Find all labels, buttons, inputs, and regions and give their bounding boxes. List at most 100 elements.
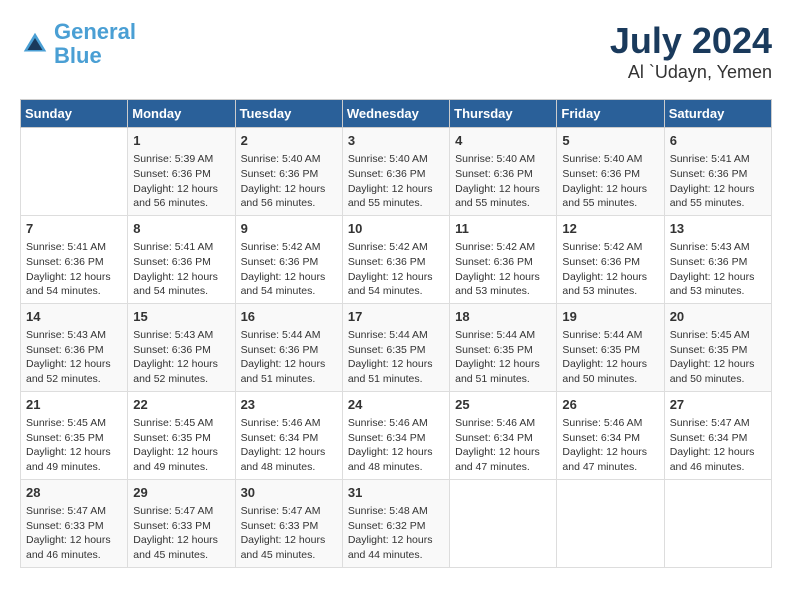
day-number: 26 [562,396,658,414]
day-info: Sunrise: 5:40 AMSunset: 6:36 PMDaylight:… [562,152,658,211]
day-number: 16 [241,308,337,326]
day-info: Sunrise: 5:41 AMSunset: 6:36 PMDaylight:… [26,240,122,299]
calendar-cell: 9 Sunrise: 5:42 AMSunset: 6:36 PMDaylight… [235,215,342,303]
day-info: Sunrise: 5:41 AMSunset: 6:36 PMDaylight:… [133,240,229,299]
day-info: Sunrise: 5:43 AMSunset: 6:36 PMDaylight:… [133,328,229,387]
page-header: General Blue July 2024 Al `Udayn, Yemen [20,20,772,83]
calendar-cell: 12Sunrise: 5:42 AMSunset: 6:36 PMDayligh… [557,215,664,303]
day-number: 7 [26,220,122,238]
day-info: Sunrise: 5:41 AMSunset: 6:36 PMDaylight:… [670,152,766,211]
calendar-cell [557,479,664,567]
day-number: 25 [455,396,551,414]
day-info: Sunrise: 5:42 AMSunset: 6:36 PMDaylight:… [348,240,444,299]
day-info: Sunrise: 5:47 AMSunset: 6:33 PMDaylight:… [133,504,229,563]
calendar-cell [21,128,128,216]
day-number: 12 [562,220,658,238]
calendar-cell: 7 Sunrise: 5:41 AMSunset: 6:36 PMDaylight… [21,215,128,303]
day-number: 20 [670,308,766,326]
calendar-cell: 28Sunrise: 5:47 AMSunset: 6:33 PMDayligh… [21,479,128,567]
day-number: 4 [455,132,551,150]
day-number: 9 [241,220,337,238]
day-number: 17 [348,308,444,326]
day-number: 28 [26,484,122,502]
calendar-cell: 27 Sunrise: 5:47 AMSunset: 6:34 PMDayligh… [664,391,771,479]
calendar-cell: 21 Sunrise: 5:45 AMSunset: 6:35 PMDayligh… [21,391,128,479]
calendar-cell: 11Sunrise: 5:42 AMSunset: 6:36 PMDayligh… [450,215,557,303]
calendar-cell: 25 Sunrise: 5:46 AMSunset: 6:34 PMDayligh… [450,391,557,479]
week-row-2: 7 Sunrise: 5:41 AMSunset: 6:36 PMDaylight… [21,215,772,303]
calendar-cell: 6 Sunrise: 5:41 AMSunset: 6:36 PMDaylight… [664,128,771,216]
day-info: Sunrise: 5:39 AMSunset: 6:36 PMDaylight:… [133,152,229,211]
day-info: Sunrise: 5:45 AMSunset: 6:35 PMDaylight:… [26,416,122,475]
calendar-cell: 29Sunrise: 5:47 AMSunset: 6:33 PMDayligh… [128,479,235,567]
week-row-5: 28 Sunrise: 5:47 AMSunset: 6:33 PMDayligh… [21,479,772,567]
calendar-title: July 2024 [610,20,772,62]
day-number: 11 [455,220,551,238]
day-number: 27 [670,396,766,414]
logo-general: General [54,19,136,44]
weekday-header-wednesday: Wednesday [342,100,449,128]
calendar-cell: 3Sunrise: 5:40 AMSunset: 6:36 PMDaylight… [342,128,449,216]
day-number: 2 [241,132,337,150]
day-number: 3 [348,132,444,150]
day-number: 18 [455,308,551,326]
title-block: July 2024 Al `Udayn, Yemen [610,20,772,83]
day-number: 22 [133,396,229,414]
day-number: 24 [348,396,444,414]
calendar-cell [450,479,557,567]
logo-icon [20,29,50,59]
day-number: 30 [241,484,337,502]
day-number: 10 [348,220,444,238]
day-number: 23 [241,396,337,414]
day-info: Sunrise: 5:46 AMSunset: 6:34 PMDaylight:… [241,416,337,475]
day-info: Sunrise: 5:46 AMSunset: 6:34 PMDaylight:… [348,416,444,475]
day-info: Sunrise: 5:48 AMSunset: 6:32 PMDaylight:… [348,504,444,563]
day-info: Sunrise: 5:42 AMSunset: 6:36 PMDaylight:… [241,240,337,299]
calendar-cell: 4Sunrise: 5:40 AMSunset: 6:36 PMDaylight… [450,128,557,216]
day-info: Sunrise: 5:45 AMSunset: 6:35 PMDaylight:… [133,416,229,475]
calendar-cell: 17 Sunrise: 5:44 AMSunset: 6:35 PMDayligh… [342,303,449,391]
calendar-cell: 30Sunrise: 5:47 AMSunset: 6:33 PMDayligh… [235,479,342,567]
calendar-cell: 8 Sunrise: 5:41 AMSunset: 6:36 PMDaylight… [128,215,235,303]
weekday-header-friday: Friday [557,100,664,128]
logo: General Blue [20,20,136,68]
day-info: Sunrise: 5:43 AMSunset: 6:36 PMDaylight:… [670,240,766,299]
day-number: 14 [26,308,122,326]
day-info: Sunrise: 5:46 AMSunset: 6:34 PMDaylight:… [562,416,658,475]
calendar-cell [664,479,771,567]
day-info: Sunrise: 5:44 AMSunset: 6:35 PMDaylight:… [562,328,658,387]
day-info: Sunrise: 5:43 AMSunset: 6:36 PMDaylight:… [26,328,122,387]
calendar-cell: 23 Sunrise: 5:46 AMSunset: 6:34 PMDayligh… [235,391,342,479]
weekday-header-tuesday: Tuesday [235,100,342,128]
week-row-3: 14 Sunrise: 5:43 AMSunset: 6:36 PMDayligh… [21,303,772,391]
day-number: 8 [133,220,229,238]
day-number: 31 [348,484,444,502]
calendar-cell: 10 Sunrise: 5:42 AMSunset: 6:36 PMDayligh… [342,215,449,303]
calendar-cell: 1 Sunrise: 5:39 AMSunset: 6:36 PMDaylight… [128,128,235,216]
day-info: Sunrise: 5:47 AMSunset: 6:34 PMDaylight:… [670,416,766,475]
logo-blue: Blue [54,43,102,68]
calendar-cell: 14 Sunrise: 5:43 AMSunset: 6:36 PMDayligh… [21,303,128,391]
calendar-cell: 16 Sunrise: 5:44 AMSunset: 6:36 PMDayligh… [235,303,342,391]
day-number: 13 [670,220,766,238]
day-info: Sunrise: 5:44 AMSunset: 6:36 PMDaylight:… [241,328,337,387]
day-number: 15 [133,308,229,326]
calendar-cell: 2Sunrise: 5:40 AMSunset: 6:36 PMDaylight… [235,128,342,216]
day-number: 5 [562,132,658,150]
calendar-cell: 26 Sunrise: 5:46 AMSunset: 6:34 PMDayligh… [557,391,664,479]
logo-text: General Blue [54,20,136,68]
weekday-header-monday: Monday [128,100,235,128]
day-number: 6 [670,132,766,150]
day-info: Sunrise: 5:46 AMSunset: 6:34 PMDaylight:… [455,416,551,475]
calendar-cell: 22 Sunrise: 5:45 AMSunset: 6:35 PMDayligh… [128,391,235,479]
calendar-cell: 15 Sunrise: 5:43 AMSunset: 6:36 PMDayligh… [128,303,235,391]
calendar-cell: 31 Sunrise: 5:48 AMSunset: 6:32 PMDayligh… [342,479,449,567]
calendar-cell: 18Sunrise: 5:44 AMSunset: 6:35 PMDayligh… [450,303,557,391]
week-row-1: 1 Sunrise: 5:39 AMSunset: 6:36 PMDaylight… [21,128,772,216]
calendar-cell: 19Sunrise: 5:44 AMSunset: 6:35 PMDayligh… [557,303,664,391]
calendar-cell: 24 Sunrise: 5:46 AMSunset: 6:34 PMDayligh… [342,391,449,479]
day-number: 21 [26,396,122,414]
day-info: Sunrise: 5:44 AMSunset: 6:35 PMDaylight:… [348,328,444,387]
day-number: 1 [133,132,229,150]
weekday-header-saturday: Saturday [664,100,771,128]
